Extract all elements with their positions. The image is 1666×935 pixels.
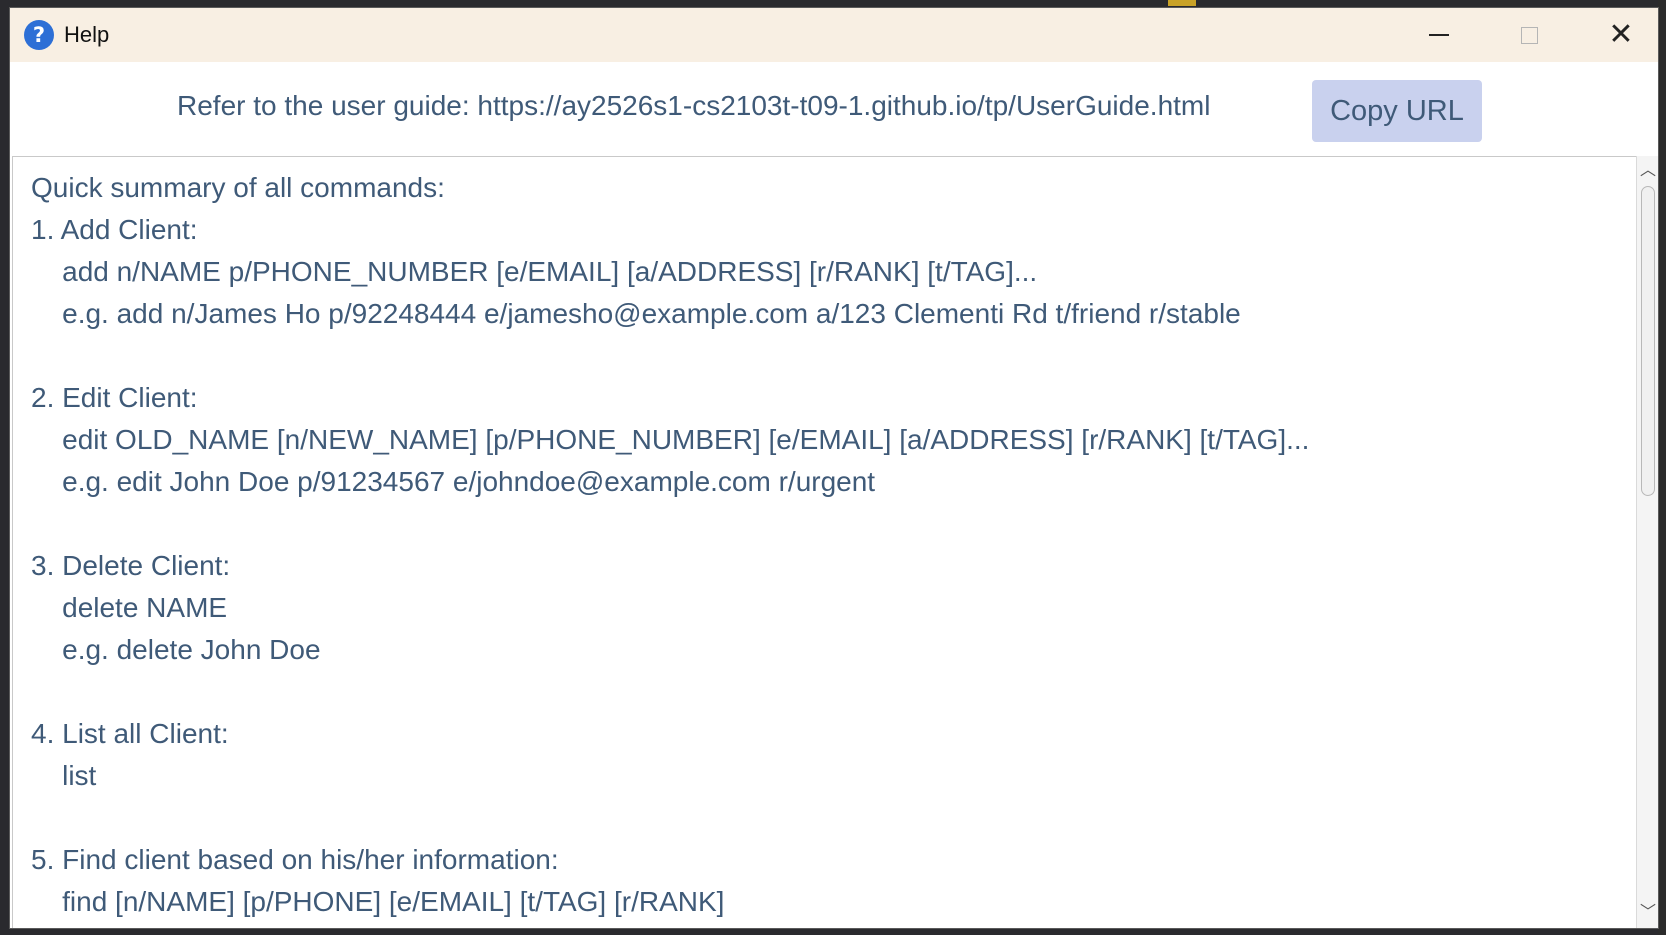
minimize-button[interactable] (1394, 8, 1484, 62)
help-line: 2. Edit Client: (31, 382, 198, 413)
help-line: 3. Delete Client: (31, 550, 231, 581)
help-line (31, 335, 1309, 377)
help-line: e.g. delete John Doe (31, 634, 321, 665)
title-bar[interactable]: ? Help ✕ (10, 8, 1658, 62)
help-line: add n/NAME p/PHONE_NUMBER [e/EMAIL] [a/A… (31, 256, 1038, 287)
scroll-down-icon[interactable]: ﹀ (1640, 904, 1656, 920)
help-line (31, 503, 1309, 545)
maximize-button (1484, 8, 1574, 62)
help-line: Quick summary of all commands: (31, 172, 445, 203)
help-line: list (31, 760, 97, 791)
help-text: Quick summary of all commands: 1. Add Cl… (31, 167, 1309, 923)
minimize-icon (1429, 34, 1449, 36)
scroll-up-icon[interactable]: ︿ (1640, 162, 1656, 178)
vertical-scrollbar[interactable]: ︿ ﹀ (1636, 156, 1658, 928)
close-button[interactable]: ✕ (1576, 8, 1658, 62)
help-line (31, 797, 1309, 839)
url-bar: Refer to the user guide: https://ay2526s… (10, 62, 1658, 162)
close-icon: ✕ (1608, 17, 1634, 52)
background-window-edge (1658, 0, 1666, 935)
scrollbar-thumb[interactable] (1641, 186, 1655, 496)
help-line (31, 671, 1309, 713)
help-content-area[interactable]: Quick summary of all commands: 1. Add Cl… (12, 156, 1639, 928)
help-line: e.g. edit John Doe p/91234567 e/johndoe@… (31, 466, 876, 497)
help-line: edit OLD_NAME [n/NEW_NAME] [p/PHONE_NUMB… (31, 424, 1310, 455)
user-guide-url-text: Refer to the user guide: https://ay2526s… (177, 90, 1211, 121)
help-line: 5. Find client based on his/her informat… (31, 844, 559, 875)
background-accent (1168, 0, 1196, 6)
help-window: ? Help ✕ Refer to the user guide: https:… (10, 8, 1658, 928)
window-title: Help (64, 22, 110, 47)
help-question-icon: ? (24, 20, 54, 50)
help-line: e.g. add n/James Ho p/92248444 e/jamesho… (31, 298, 1241, 329)
copy-url-button[interactable]: Copy URL (1312, 80, 1482, 142)
help-line: find [n/NAME] [p/PHONE] [e/EMAIL] [t/TAG… (31, 886, 725, 917)
maximize-icon (1520, 26, 1538, 44)
help-line: 4. List all Client: (31, 718, 229, 749)
help-line: delete NAME (31, 592, 228, 623)
help-line: 1. Add Client: (31, 214, 198, 245)
